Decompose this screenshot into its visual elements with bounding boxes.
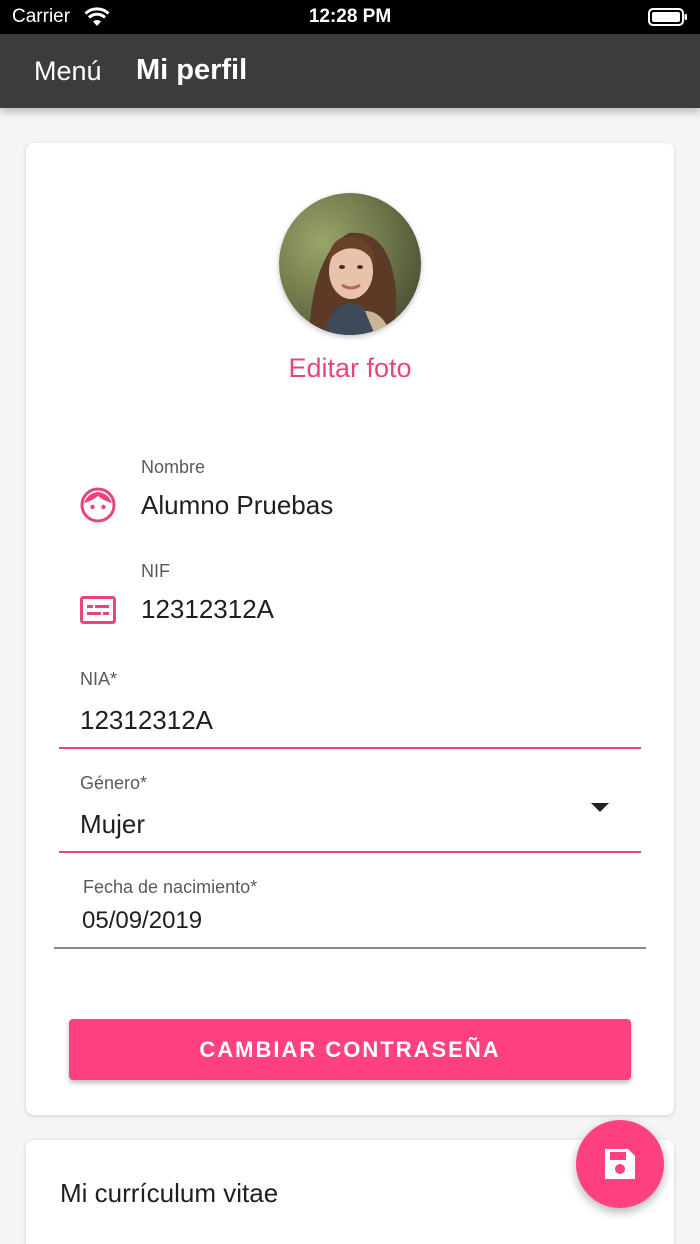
cv-title: Mi currículum vitae — [60, 1178, 279, 1208]
menu-button[interactable]: Menú — [34, 56, 102, 87]
change-password-button[interactable]: CAMBIAR CONTRASEÑA — [69, 1019, 631, 1080]
status-time: 12:28 PM — [308, 6, 392, 27]
face-icon — [80, 487, 116, 523]
genero-label: Género* — [80, 773, 148, 793]
avatar-photo-image — [279, 193, 421, 335]
app-bar: Menú Mi perfil — [0, 34, 700, 108]
nia-underline — [59, 747, 641, 749]
nia-label: NIA* — [80, 669, 118, 689]
nia-field[interactable]: NIA* 12312312A — [59, 665, 641, 751]
genero-value: Mujer — [80, 809, 146, 839]
genero-select[interactable]: Género* Mujer — [59, 769, 641, 855]
nif-row: NIF 12312312A — [26, 561, 674, 651]
nif-label: NIF — [141, 561, 170, 581]
fecha-nacimiento-input[interactable]: 05/09/2019 — [82, 907, 202, 935]
genero-underline — [59, 851, 641, 853]
save-icon — [605, 1149, 635, 1179]
nif-value: 12312312A — [141, 594, 275, 624]
edit-photo-link[interactable]: Editar foto — [26, 353, 674, 384]
save-fab-button[interactable] — [576, 1120, 664, 1208]
nia-input[interactable]: 12312312A — [80, 705, 213, 736]
profile-card: Editar foto Nombre Alumno Pruebas NIF 12… — [26, 143, 674, 1115]
page-title: Mi perfil — [136, 54, 248, 86]
fecha-nacimiento-label: Fecha de nacimiento* — [83, 877, 258, 897]
fecha-nacimiento-field[interactable]: Fecha de nacimiento* 05/09/2019 — [54, 873, 646, 953]
id-card-icon — [80, 596, 116, 624]
status-bar: Carrier 12:28 PM — [0, 0, 700, 34]
nombre-row: Nombre Alumno Pruebas — [26, 457, 674, 547]
profile-avatar[interactable] — [279, 193, 421, 335]
fecha-nacimiento-underline — [54, 947, 646, 949]
nombre-value: Alumno Pruebas — [141, 490, 334, 520]
nombre-label: Nombre — [141, 457, 206, 477]
dropdown-arrow-icon[interactable] — [591, 803, 609, 812]
battery-icon — [648, 8, 687, 26]
